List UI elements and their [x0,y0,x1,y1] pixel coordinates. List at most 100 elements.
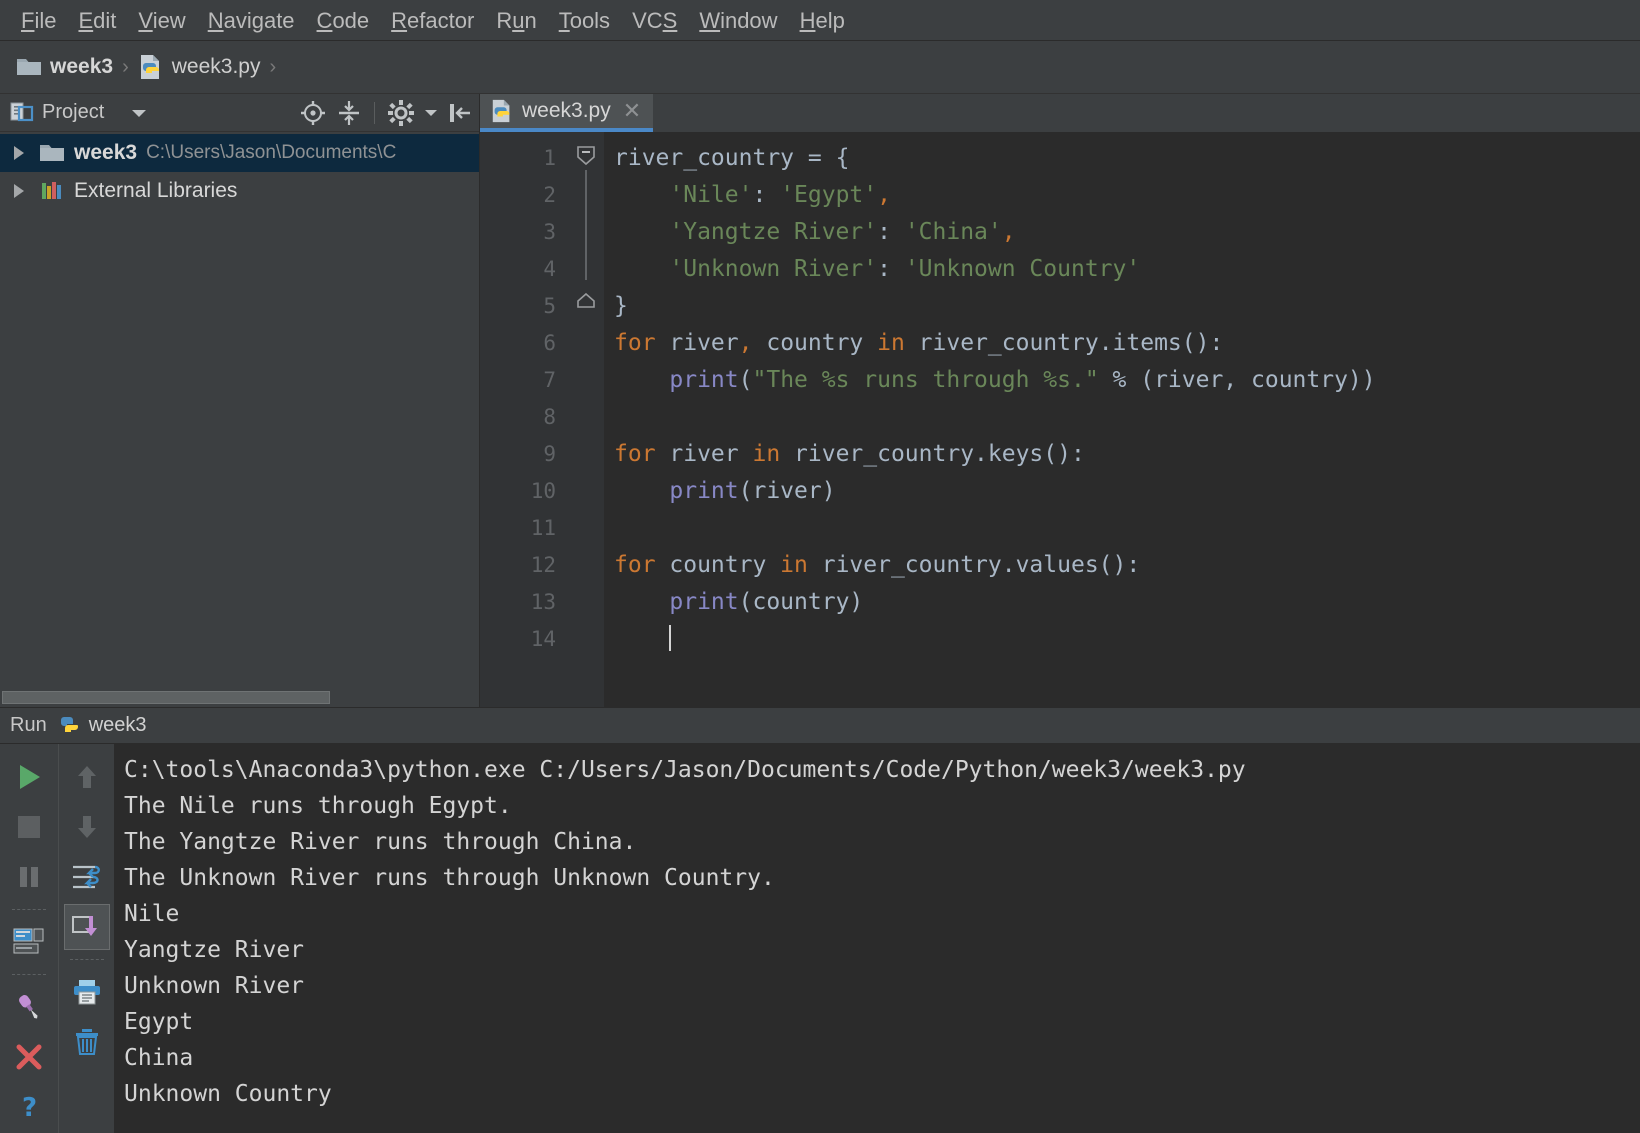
menu-item-tools[interactable]: Tools [548,0,621,41]
line-number: 10 [530,479,556,503]
close-button[interactable] [6,1034,52,1080]
code-token: = { [807,145,850,171]
project-tool-window: Project week3 C:\Users\Jason\Documents\C… [0,94,480,707]
code-line: 'Yangtze River': 'China', [614,214,1640,251]
question-mark-icon: ? [15,1092,43,1123]
chevron-down-small-icon[interactable] [424,108,438,118]
tree-item-week3[interactable]: week3 C:\Users\Jason\Documents\C [0,134,479,172]
line-number: 6 [543,331,556,355]
code-token: in [780,552,808,578]
rerun-button[interactable] [6,754,52,800]
clear-all-button[interactable] [64,1019,110,1065]
soft-wrap-button[interactable] [64,854,110,900]
line-number: 9 [543,442,556,466]
menu-item-file[interactable]: File [10,0,67,41]
settings-gear-icon[interactable] [387,99,415,127]
code-token: for [614,552,656,578]
soft-wrap-icon [71,862,103,892]
print-button[interactable] [64,969,110,1015]
console-line: Egypt [124,1009,194,1035]
code-token: , [738,330,753,356]
toolbar-separator [69,959,104,960]
help-button[interactable]: ? [6,1084,52,1130]
editor-tab-week3[interactable]: week3.py ✕ [480,94,654,132]
scrollbar-thumb[interactable] [2,691,330,704]
breadcrumb-item-file[interactable]: week3.py [138,54,260,80]
main-split: Project week3 C:\Users\Jason\Documents\C… [0,94,1640,707]
breadcrumb-folder-label: week3 [50,55,114,78]
code-token: } [614,293,628,319]
project-panel-title: Project [42,101,105,123]
stop-square-icon [15,813,43,841]
folder-icon [16,56,42,78]
console-line: Yangtze River [124,937,305,963]
breadcrumb-item-folder[interactable]: week3 [16,55,113,79]
chevron-down-icon[interactable] [130,107,148,119]
collapse-all-icon[interactable] [336,99,362,127]
code-line: print(river) [614,473,1640,510]
menu-item-edit[interactable]: Edit [67,0,127,41]
console-line: The Unknown River runs through Unknown C… [124,865,775,891]
code-token: : [752,182,781,208]
code-token: % (river, country)) [1098,367,1376,393]
code-line: 'Unknown River': 'Unknown Country' [614,251,1640,288]
tree-item-external-libraries[interactable]: External Libraries [0,172,479,210]
console-output[interactable]: C:\tools\Anaconda3\python.exe C:/Users/J… [114,744,1640,1133]
code-editor[interactable]: 1 2 3 4 5 6 7 8 9 10 11 12 13 14 river_c… [480,132,1640,707]
line-number: 8 [543,405,556,429]
line-number: 5 [543,294,556,318]
pin-icon [13,991,45,1023]
trash-icon [72,1027,102,1057]
scroll-to-end-button[interactable] [63,904,110,950]
locate-in-tree-icon[interactable] [299,99,327,127]
up-button[interactable] [64,754,110,800]
code-content[interactable]: river_country = { 'Nile': 'Egypt', 'Yang… [604,132,1640,707]
pause-button[interactable] [6,854,52,900]
project-horizontal-scrollbar[interactable] [0,689,479,707]
menu-item-window[interactable]: Window [688,0,788,41]
hide-panel-icon[interactable] [447,99,473,127]
code-token: print [669,589,739,615]
breadcrumb-separator-2: › [269,55,277,78]
text-caret [669,625,672,651]
tree-item-path: C:\Users\Jason\Documents\C [146,142,397,163]
run-tab-week3[interactable]: week3 [57,714,147,738]
fold-collapse-icon[interactable] [575,144,597,166]
code-line: } [614,288,1640,325]
layout-settings-button[interactable] [6,919,52,965]
down-button[interactable] [64,804,110,850]
code-token: : [877,256,905,282]
menu-item-refactor[interactable]: Refactor [380,0,485,41]
menu-item-view[interactable]: View [127,0,196,41]
python-icon [57,714,81,738]
run-panel-body: ? C:\tools\Anaconda3\python.exe C:/Users… [0,744,1640,1133]
pin-tab-button[interactable] [6,984,52,1030]
code-line: print(country) [614,584,1640,621]
menu-item-code[interactable]: Code [306,0,381,41]
code-token: in [877,330,905,356]
run-tool-window: Run week3 ? C:\tools\Anaconda3\python.ex… [0,707,1640,1133]
menu-item-run[interactable]: Run [485,0,547,41]
menu-item-help[interactable]: Help [789,0,856,41]
tree-item-label: External Libraries [74,179,238,202]
scroll-to-end-icon [71,912,103,942]
code-token: 'Unknown Country' [904,256,1141,282]
stop-button[interactable] [6,804,52,850]
menu-item-vcs[interactable]: VCS [621,0,688,41]
close-icon[interactable]: ✕ [623,98,641,124]
folder-icon [39,142,65,164]
triangle-right-icon[interactable] [8,144,30,162]
fold-end-icon[interactable] [575,292,597,310]
triangle-right-icon[interactable] [8,182,30,200]
code-folding-gutter[interactable] [568,132,604,707]
menu-item-navigate[interactable]: Navigate [197,0,306,41]
code-token: 'Unknown River' [669,256,878,282]
editor-tab-bar: week3.py ✕ [480,94,1640,132]
code-token: 'Egypt' [780,182,878,208]
project-tree: week3 C:\Users\Jason\Documents\C External … [0,132,479,689]
